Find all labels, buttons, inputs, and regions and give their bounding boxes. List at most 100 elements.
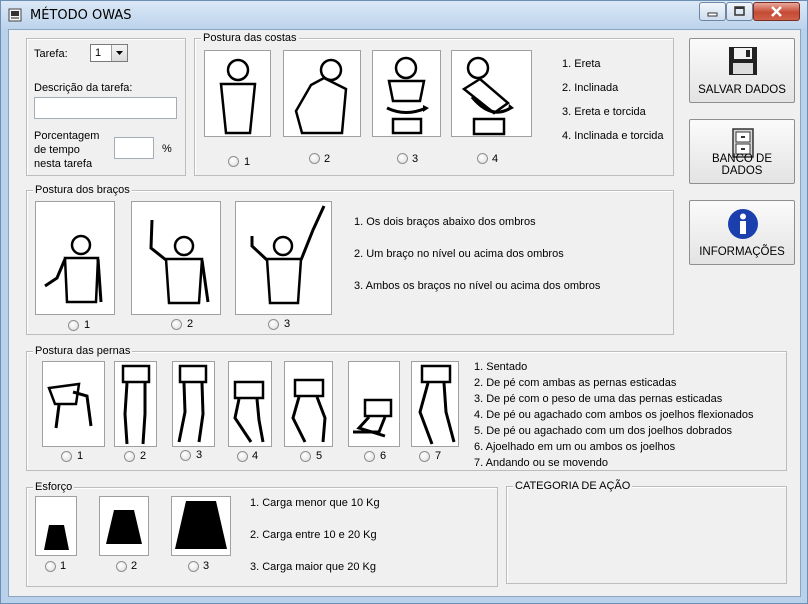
costas-image-4 [451,50,532,137]
costas-radio-1[interactable] [228,156,239,167]
pernas-item-5: 5. De pé ou agachado com um dos joelhos … [474,425,733,437]
bracos-title: Postura dos braços [33,183,132,197]
pernas-item-6: 6. Ajoelhado em um ou ambos os joelhos [474,441,676,453]
esforco-radio-label-1: 1 [60,560,67,572]
costas-item-4: 4. Inclinada e torcida [562,130,664,142]
maximize-icon [734,6,745,16]
floppy-disk-icon [729,47,757,75]
pernas-title: Postura das pernas [33,344,133,358]
dropdown-button[interactable] [111,45,127,61]
pernas-image-1 [42,361,105,447]
pernas-radio-7[interactable] [419,451,430,462]
bracos-radio-label-3: 3 [284,318,291,330]
bracos-radio-label-2: 2 [187,318,194,330]
pernas-item-1: 1. Sentado [474,361,528,373]
pernas-radio-label-1: 1 [77,450,84,462]
salvar-dados-button[interactable]: SALVAR DADOS [689,38,795,103]
costas-radio-4[interactable] [477,153,488,164]
pernas-radio-4[interactable] [237,451,248,462]
porcentagem-label-1: Porcentagem [34,130,100,142]
info-icon [728,209,758,239]
costas-radio-3[interactable] [397,153,408,164]
esforco-radio-label-2: 2 [131,560,138,572]
informacoes-label: INFORMAÇÕES [699,246,785,258]
maximize-button[interactable] [726,2,753,21]
minimize-button[interactable] [699,2,726,21]
pernas-item-7: 7. Andando ou se movendo [474,457,608,469]
costas-image-1 [204,50,271,137]
pernas-image-5 [284,361,333,447]
pernas-radio-3[interactable] [180,450,191,461]
porcentagem-label-2: de tempo [34,144,80,156]
costas-item-1: 1. Ereta [562,58,601,70]
title-bar[interactable]: MÉTODO OWAS [1,1,807,29]
pernas-radio-6[interactable] [364,451,375,462]
esforco-item-1: 1. Carga menor que 10 Kg [250,497,380,509]
pernas-image-2 [114,361,157,447]
pernas-image-6 [348,361,400,447]
esforco-image-1 [35,496,77,556]
pernas-radio-label-6: 6 [380,450,387,462]
costas-radio-label-4: 4 [492,153,499,165]
costas-radio-2[interactable] [309,153,320,164]
informacoes-button[interactable]: INFORMAÇÕES [689,200,795,265]
bracos-radio-label-1: 1 [84,319,91,331]
minimize-icon [707,12,718,17]
bracos-image-1 [35,201,115,315]
app-icon [8,8,22,22]
pernas-radio-1[interactable] [61,451,72,462]
costas-image-2 [283,50,361,137]
pernas-radio-label-7: 7 [435,450,442,462]
window-title: MÉTODO OWAS [30,8,132,23]
esforco-radio-1[interactable] [45,561,56,572]
esforco-item-2: 2. Carga entre 10 e 20 Kg [250,529,377,541]
close-icon [771,6,782,17]
app-window: MÉTODO OWAS Tarefa: 1 Descrição da taref… [0,0,808,604]
tarefa-select[interactable]: 1 [90,44,128,62]
esforco-radio-2[interactable] [116,561,127,572]
close-button[interactable] [753,2,800,21]
bracos-item-1: 1. Os dois braços abaixo dos ombros [354,216,536,228]
pernas-image-3 [172,361,215,447]
bracos-item-3: 3. Ambos os braços no nível ou acima dos… [354,280,601,292]
costas-item-2: 2. Inclinada [562,82,619,94]
bracos-radio-2[interactable] [171,319,182,330]
esforco-group: Esforço 1 2 3 1. Carga menor que 10 Kg 2… [26,480,498,587]
banco-de-dados-label: BANCO DE DADOS [711,153,773,177]
pernas-radio-label-4: 4 [252,450,259,462]
pernas-image-4 [228,361,272,447]
esforco-item-3: 3. Carga maior que 20 Kg [250,561,376,573]
esforco-image-2 [99,496,149,556]
pernas-item-4: 4. De pé ou agachado com ambos os joelho… [474,409,754,421]
percent-sign: % [162,143,172,155]
porcentagem-label-3: nesta tarefa [34,158,93,170]
salvar-dados-label: SALVAR DADOS [698,84,786,96]
pernas-radio-label-3: 3 [196,449,203,461]
pernas-radio-2[interactable] [124,451,135,462]
tarefa-select-value: 1 [95,47,102,59]
bracos-radio-3[interactable] [268,319,279,330]
esforco-title: Esforço [33,480,75,494]
costas-radio-label-1: 1 [244,156,251,168]
pernas-radio-5[interactable] [300,451,311,462]
esforco-radio-label-3: 3 [203,560,210,572]
costas-radio-label-3: 3 [412,153,419,165]
bracos-group: Postura dos braços 1 2 3 1. Os dois braç… [26,183,674,335]
chevron-down-icon [116,51,123,55]
descricao-input[interactable] [34,97,177,119]
banco-de-dados-button[interactable]: BANCO DE DADOS [689,119,795,184]
costas-radio-label-2: 2 [324,153,331,165]
bracos-item-2: 2. Um braço no nível ou acima dos ombros [354,248,564,260]
pernas-item-2: 2. De pé com ambas as pernas esticadas [474,377,677,389]
main-panel: Tarefa: 1 Descrição da tarefa: Porcentag… [8,29,801,597]
bracos-image-2 [131,201,221,315]
categoria-group: CATEGORIA DE AÇÃO [506,479,787,584]
porcentagem-input[interactable] [114,137,154,159]
task-group: Tarefa: 1 Descrição da tarefa: Porcentag… [26,38,186,176]
bracos-radio-1[interactable] [68,320,79,331]
categoria-title: CATEGORIA DE AÇÃO [513,479,633,493]
esforco-radio-3[interactable] [188,561,199,572]
costas-item-3: 3. Ereta e torcida [562,106,646,118]
esforco-image-3 [171,496,231,556]
bracos-image-3 [235,201,332,315]
